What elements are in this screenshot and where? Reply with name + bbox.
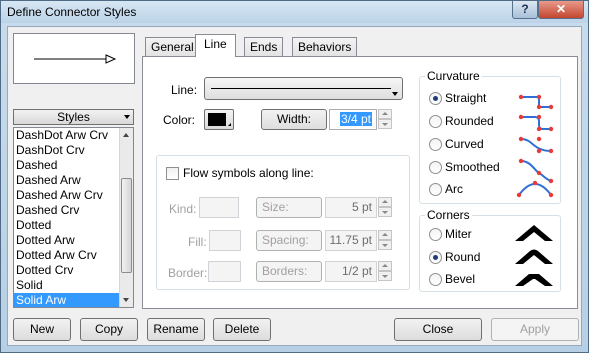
kind-label: Kind: — [169, 202, 197, 216]
spacing-input[interactable]: 11.75 pt — [325, 230, 377, 251]
help-button[interactable]: ? — [512, 1, 538, 19]
scroll-down-arrow-icon[interactable] — [120, 293, 133, 307]
borders-button[interactable]: Borders: — [256, 261, 322, 282]
curvature-smoothed-label: Smoothed — [445, 160, 500, 174]
color-swatch — [208, 113, 226, 126]
new-button[interactable]: New — [13, 318, 71, 341]
stepper-down-icon[interactable] — [378, 240, 392, 250]
curvature-straight-label: Straight — [445, 91, 487, 105]
corners-miter-label: Miter — [445, 227, 472, 241]
corners-round-radio[interactable] — [429, 251, 442, 264]
list-item[interactable]: Dashed Crv — [14, 203, 133, 218]
curvature-title: Curvature — [425, 69, 482, 83]
miter-corner-icon — [515, 225, 553, 241]
copy-button[interactable]: Copy — [80, 318, 138, 341]
stepper-down-icon[interactable] — [378, 119, 392, 129]
styles-list-scrollbar[interactable] — [119, 128, 133, 307]
list-item[interactable]: Dotted Arw Crv — [14, 248, 133, 263]
border-picker[interactable] — [208, 261, 241, 282]
width-input[interactable]: 3/4 pt — [329, 109, 377, 130]
curvature-arc-label: Arc — [445, 182, 463, 196]
curvature-rounded-radio[interactable] — [429, 115, 442, 128]
stepper-down-icon[interactable] — [378, 207, 392, 217]
window-title: Define Connector Styles — [7, 5, 137, 19]
curvature-straight-radio[interactable] — [429, 92, 442, 105]
list-item[interactable]: Dashed Arw — [14, 173, 133, 188]
apply-button[interactable]: Apply — [491, 318, 579, 341]
list-item[interactable]: Dotted Crv — [14, 263, 133, 278]
fill-label: Fill: — [188, 235, 207, 249]
curvature-arc-radio[interactable] — [429, 183, 442, 196]
close-window-button[interactable]: ✕ — [538, 1, 584, 19]
scroll-up-arrow-icon[interactable] — [120, 128, 133, 142]
chevron-down-icon — [124, 115, 130, 119]
stepper-up-icon[interactable] — [378, 230, 392, 240]
curvature-smoothed-radio[interactable] — [429, 161, 442, 174]
define-connector-styles-window: Define Connector Styles ? ✕ Styles DashD… — [0, 0, 589, 353]
list-item-selected[interactable]: Solid Arw — [14, 293, 133, 307]
round-corner-icon — [515, 249, 553, 264]
size-input[interactable]: 5 pt — [325, 197, 377, 218]
styles-list[interactable]: DashDot Arw Crv DashDot Crv Dashed Dashe… — [13, 127, 134, 308]
corners-bevel-label: Bevel — [445, 272, 476, 286]
chevron-down-icon — [392, 92, 398, 96]
size-button[interactable]: Size: — [256, 197, 322, 218]
kind-dropdown[interactable] — [199, 197, 239, 218]
borders-input[interactable]: 1/2 pt — [325, 261, 377, 282]
stepper-up-icon[interactable] — [378, 109, 392, 119]
curvature-curved-radio[interactable] — [429, 138, 442, 151]
close-button[interactable]: Close — [394, 318, 482, 341]
width-value: 3/4 pt — [339, 112, 372, 126]
list-item[interactable]: Dashed Arw Crv — [14, 188, 133, 203]
rename-button[interactable]: Rename — [147, 318, 205, 341]
corners-miter-radio[interactable] — [429, 228, 442, 241]
list-item[interactable]: DashDot Crv — [14, 143, 133, 158]
corners-round-label: Round — [445, 250, 481, 264]
width-button[interactable]: Width: — [261, 109, 327, 130]
stepper-down-icon[interactable] — [378, 271, 392, 281]
line-label: Line: — [171, 83, 198, 97]
title-bar: Define Connector Styles ? ✕ — [1, 1, 588, 23]
styles-dropdown-label: Styles — [57, 110, 90, 124]
line-pattern-sample — [211, 88, 391, 89]
tab-line[interactable]: Line — [195, 34, 236, 57]
corners-title: Corners — [425, 208, 472, 222]
curvature-curved-label: Curved — [445, 137, 484, 151]
connector-preview — [13, 33, 135, 84]
tab-behaviors[interactable]: Behaviors — [292, 37, 358, 57]
corners-bevel-radio[interactable] — [429, 273, 442, 286]
tab-ends[interactable]: Ends — [244, 37, 284, 57]
dropdown-corner-icon — [228, 120, 231, 126]
size-stepper[interactable] — [378, 197, 392, 218]
scrollbar-thumb[interactable] — [121, 178, 132, 273]
list-item[interactable]: Dotted Arw — [14, 233, 133, 248]
tab-general[interactable]: General — [145, 37, 200, 57]
list-item[interactable]: Solid — [14, 278, 133, 293]
list-item[interactable]: Dashed — [14, 158, 133, 173]
bevel-corner-icon — [515, 274, 553, 286]
border-label: Border: — [168, 266, 208, 280]
delete-button[interactable]: Delete — [213, 318, 271, 341]
color-label: Color: — [163, 113, 196, 127]
spacing-button[interactable]: Spacing: — [256, 230, 322, 251]
fill-picker[interactable] — [209, 230, 241, 251]
spacing-stepper[interactable] — [378, 230, 392, 251]
styles-dropdown[interactable]: Styles — [13, 109, 134, 125]
stepper-up-icon[interactable] — [378, 261, 392, 271]
borders-stepper[interactable] — [378, 261, 392, 282]
line-pattern-dropdown[interactable] — [204, 77, 403, 100]
width-stepper[interactable] — [378, 109, 392, 130]
flow-symbols-checkbox[interactable] — [166, 167, 179, 180]
curvature-samples-icon — [516, 94, 554, 198]
list-item[interactable]: Dotted — [14, 218, 133, 233]
list-item[interactable]: DashDot Arw Crv — [14, 128, 133, 143]
color-picker-button[interactable] — [204, 109, 234, 130]
curvature-rounded-label: Rounded — [445, 114, 494, 128]
flow-symbols-label: Flow symbols along line: — [183, 166, 314, 180]
stepper-up-icon[interactable] — [378, 197, 392, 207]
arrow-line-preview-icon — [34, 54, 117, 64]
